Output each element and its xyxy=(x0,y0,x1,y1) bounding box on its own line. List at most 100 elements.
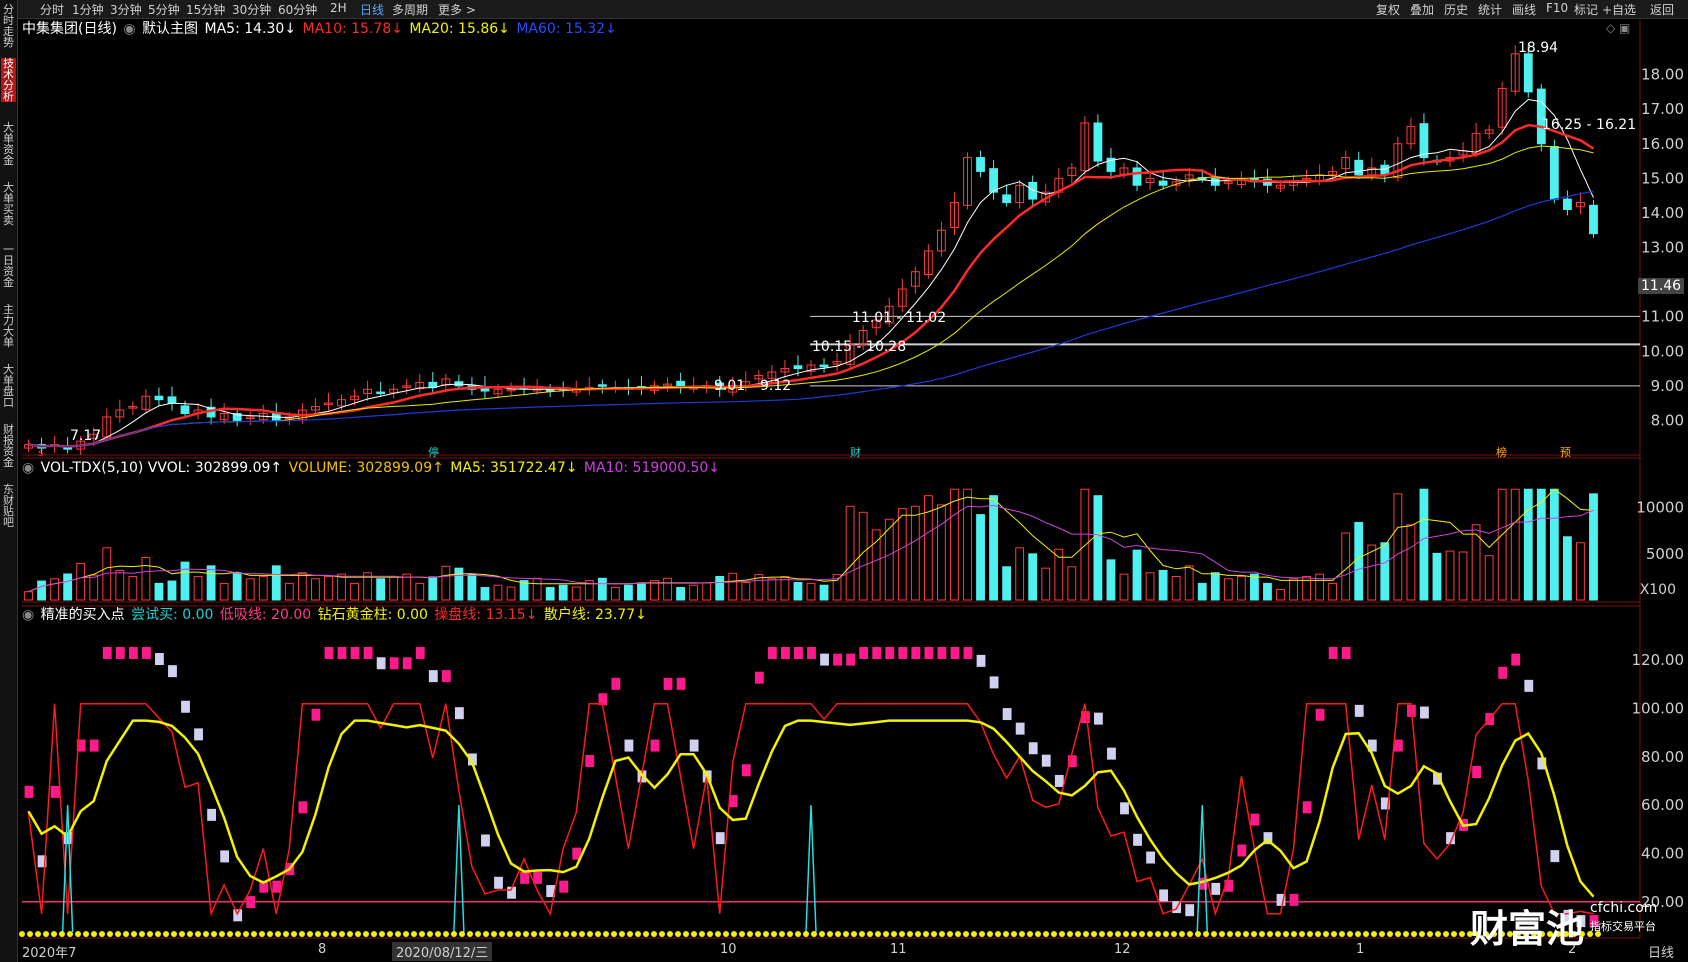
diamond-dot xyxy=(283,931,289,937)
indicator-block xyxy=(820,653,829,666)
volume-bar xyxy=(428,576,438,601)
indicator-block xyxy=(1185,904,1195,917)
diamond-dot xyxy=(995,931,1001,937)
volume-value: VOLUME: 302899.09↑ xyxy=(288,460,444,476)
volume-bar xyxy=(1093,495,1103,601)
diamond-dot xyxy=(1059,931,1065,937)
try-buy-spike xyxy=(1196,805,1208,933)
volume-bar xyxy=(702,582,712,601)
diamond-dot xyxy=(1107,931,1113,937)
stock-title: 中集集团(日线) xyxy=(22,21,117,37)
volume-bar xyxy=(1432,552,1442,601)
event-mark-list[interactable]: 榜 xyxy=(1496,444,1507,460)
volume-bar xyxy=(741,582,751,601)
diamond-dot xyxy=(323,931,329,937)
diamond-dot xyxy=(211,931,217,937)
main-legend: 中集集团(日线) ◉ 默认主图 MA5: 14.30↓ MA10: 15.78↓… xyxy=(22,18,619,38)
volume-bar xyxy=(350,582,359,601)
diamond-dot xyxy=(899,931,905,937)
volume-bar xyxy=(1236,575,1246,601)
indicator-tick: 120.00 xyxy=(1632,651,1685,669)
vol-settings-icon[interactable]: ◉ xyxy=(22,460,34,476)
indicator-block xyxy=(298,801,308,814)
volume-bar xyxy=(1536,488,1546,601)
diamond-dot xyxy=(555,931,561,937)
volume-tick: 5000 xyxy=(1646,545,1684,563)
diamond-dot xyxy=(1171,931,1177,937)
diamond-dot xyxy=(1459,931,1465,937)
diamond-dot xyxy=(1131,931,1137,937)
expand-icon[interactable]: ◇ ▣ xyxy=(1606,21,1630,35)
indicator-block xyxy=(1289,893,1299,906)
indicator-block xyxy=(663,677,673,690)
event-mark-s[interactable]: s xyxy=(38,446,44,459)
ma5-value: MA5: 14.30↓ xyxy=(204,21,297,37)
indicator-block xyxy=(1002,708,1012,721)
event-mark-forecast[interactable]: 预 xyxy=(1560,444,1571,460)
candle-body xyxy=(167,396,177,404)
volume-bar xyxy=(258,575,268,601)
indicator-block xyxy=(337,646,347,659)
candle-body xyxy=(793,365,803,370)
event-mark-report[interactable]: 财 xyxy=(850,444,861,460)
indicator-block xyxy=(976,654,986,667)
settings-icon[interactable]: ◉ xyxy=(123,21,135,37)
indicator-block xyxy=(1420,706,1429,719)
volume-bar xyxy=(37,580,46,601)
vol-indicator-name[interactable]: VOL-TDX(5,10) VVOL: 302899.09↑ xyxy=(41,460,282,476)
diamond-dot xyxy=(1187,931,1193,937)
indicator-block xyxy=(311,708,321,721)
diamond-dot xyxy=(1099,931,1105,937)
volume-bar xyxy=(767,578,777,601)
diamond-dot xyxy=(923,931,929,937)
diamond-dot xyxy=(1179,931,1185,937)
ma20-value: MA20: 15.86↓ xyxy=(409,21,510,37)
candle-body xyxy=(1132,167,1142,186)
indicator-block xyxy=(585,755,595,768)
diamond-dot xyxy=(259,931,265,937)
volume-bar xyxy=(389,575,399,601)
diamond-dot xyxy=(723,931,729,937)
indicator-name[interactable]: 精准的买入点 xyxy=(41,607,125,623)
ind-settings-icon[interactable]: ◉ xyxy=(22,607,34,623)
diamond-dot xyxy=(435,931,441,937)
volume-bar xyxy=(506,586,516,601)
indicator-block xyxy=(1093,712,1103,725)
volume-tick: 10000 xyxy=(1636,499,1684,517)
diamond-dot xyxy=(19,931,25,937)
indicator-block xyxy=(650,739,660,752)
volume-bar xyxy=(1484,555,1494,601)
indicator-block xyxy=(1511,653,1521,666)
diamond-dot xyxy=(827,931,833,937)
diamond-dot xyxy=(931,931,937,937)
diamond-dot xyxy=(1299,931,1305,937)
kline-chart[interactable]: 18.0017.0016.0015.0014.0013.0011.0010.00… xyxy=(0,0,1688,962)
indicator-block xyxy=(989,676,999,689)
vol-ma5-value: MA5: 351722.47↓ xyxy=(450,460,578,476)
diamond-dot xyxy=(763,931,769,937)
try-buy-spike xyxy=(805,805,817,933)
diamond-dot xyxy=(795,931,801,937)
price-tick: 9.00 xyxy=(1651,377,1684,395)
diamond-dot xyxy=(1363,931,1369,937)
diamond-dot xyxy=(147,931,153,937)
volume-bar xyxy=(1471,524,1481,601)
volume-bar xyxy=(610,587,620,601)
event-mark-suspend[interactable]: 停 xyxy=(428,444,439,460)
diamond-dot xyxy=(35,931,41,937)
diamond-dot xyxy=(371,931,377,937)
diamond-dot xyxy=(987,931,993,937)
diamond-dot xyxy=(1051,931,1057,937)
diamond-dot xyxy=(643,931,649,937)
diamond-dot xyxy=(59,931,65,937)
diamond-dot xyxy=(1219,931,1225,937)
candle-body xyxy=(154,395,164,401)
diamond-dot xyxy=(627,931,633,937)
indicator-block xyxy=(1120,802,1129,815)
diamond-dot xyxy=(531,931,537,937)
diamond-dot xyxy=(771,931,777,937)
period-label[interactable]: 日线 xyxy=(1648,942,1674,961)
indicator-block xyxy=(1133,833,1142,846)
chart-type-selector[interactable]: 默认主图 xyxy=(142,21,198,37)
volume-bar xyxy=(1158,569,1168,601)
